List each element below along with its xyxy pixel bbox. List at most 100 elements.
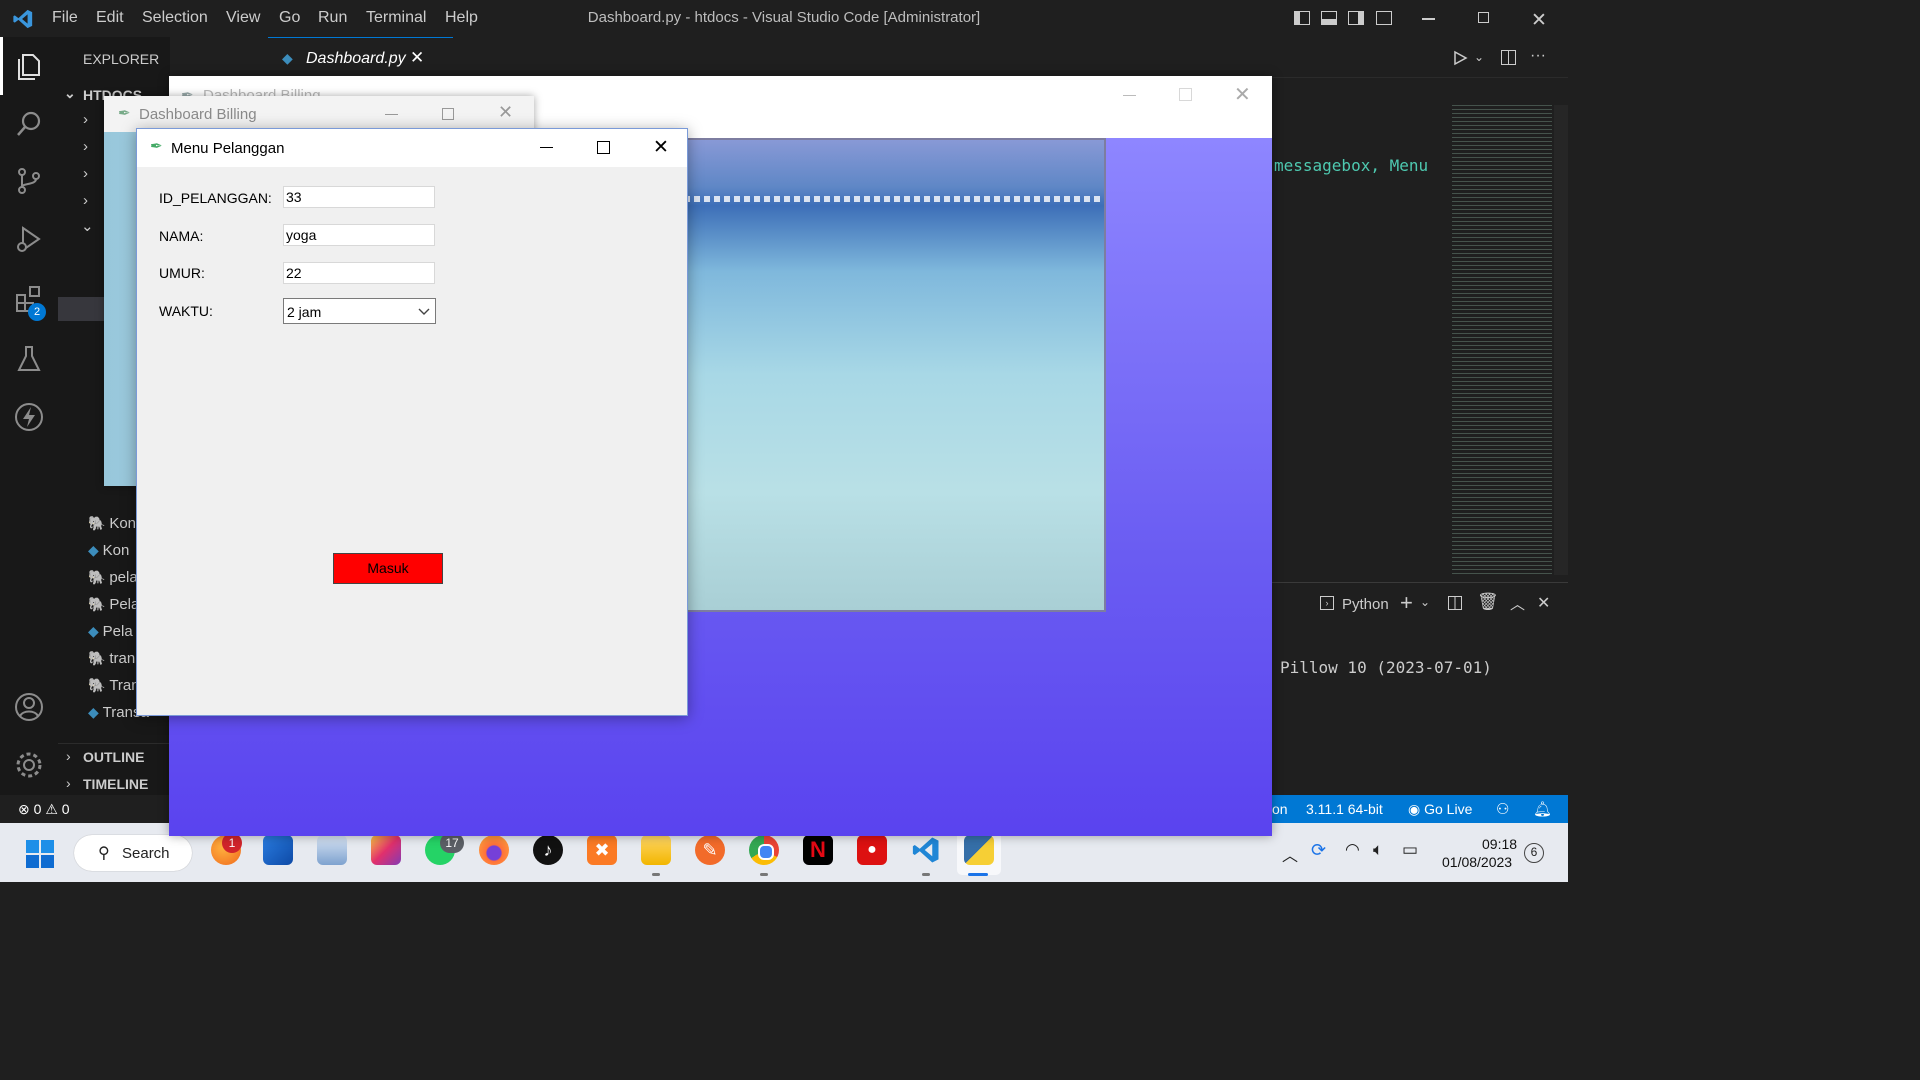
tab-close-icon[interactable]: ✕ xyxy=(410,48,424,68)
clock-time[interactable]: 09:18 xyxy=(1482,836,1517,852)
instagram-icon[interactable] xyxy=(371,835,401,865)
menu-help[interactable]: Help xyxy=(445,9,478,27)
taskbar-search-box[interactable]: ⚲ Search xyxy=(74,835,192,871)
pen-app-icon[interactable]: ✎ xyxy=(695,835,725,865)
close-icon[interactable]: ✕ xyxy=(1234,82,1251,107)
minimap[interactable] xyxy=(1452,105,1552,575)
python-interpreter[interactable]: 3.11.1 64-bit xyxy=(1306,801,1383,817)
waktu-selected-value: 2 jam xyxy=(287,304,322,320)
menu-go[interactable]: Go xyxy=(279,9,300,27)
close-icon[interactable]: ✕ xyxy=(1531,9,1547,32)
account-icon[interactable] xyxy=(13,691,45,723)
clock-date[interactable]: 01/08/2023 xyxy=(1442,854,1512,870)
menu-run[interactable]: Run xyxy=(318,9,347,27)
python-tk-icon[interactable] xyxy=(964,835,994,865)
network-computer-icon[interactable] xyxy=(317,835,347,865)
nama-input[interactable] xyxy=(283,224,435,246)
testing-icon[interactable] xyxy=(13,343,45,375)
status-language-partial[interactable]: on xyxy=(1272,801,1288,817)
menu-terminal[interactable]: Terminal xyxy=(366,9,426,27)
terminal-profile[interactable]: Python xyxy=(1342,596,1389,613)
problems-indicator[interactable]: ⊗ 0 ⚠ 0 xyxy=(18,801,70,818)
store-icon[interactable] xyxy=(263,835,293,865)
toggle-panel-icon[interactable] xyxy=(1321,11,1337,25)
outline-section[interactable]: OUTLINE xyxy=(83,749,144,765)
screen-recorder-icon[interactable]: ● xyxy=(857,835,887,865)
running-indicator xyxy=(652,873,660,876)
maximize-icon[interactable] xyxy=(1179,88,1192,101)
vscode-taskbar-icon[interactable] xyxy=(911,835,941,865)
toggle-sidebar-icon[interactable] xyxy=(1294,11,1310,25)
more-actions-icon[interactable]: ··· xyxy=(1530,47,1546,65)
customize-layout-icon[interactable] xyxy=(1376,11,1392,25)
wifi-icon[interactable]: ◠ xyxy=(1345,840,1360,860)
python-file-icon: ◆ xyxy=(282,50,293,66)
id-pelanggan-label: ID_PELANGGAN: xyxy=(159,190,272,206)
run-dropdown-icon[interactable]: ⌄ xyxy=(1474,50,1484,64)
umur-input[interactable] xyxy=(283,262,435,284)
run-file-icon[interactable] xyxy=(1452,50,1468,66)
notification-count[interactable]: 6 xyxy=(1524,843,1544,863)
tree-chevron-icon[interactable]: › xyxy=(83,192,88,209)
split-editor-icon[interactable] xyxy=(1501,50,1516,65)
menu-selection[interactable]: Selection xyxy=(142,9,208,27)
id-pelanggan-input[interactable] xyxy=(283,186,435,208)
firefox-icon[interactable] xyxy=(479,835,509,865)
tiktok-icon[interactable]: ♪ xyxy=(533,835,563,865)
lightning-icon[interactable] xyxy=(13,401,45,433)
menu-pelanggan-title-bar: ✒ Menu Pelanggan ✕ xyxy=(137,129,687,167)
waktu-label: WAKTU: xyxy=(159,303,213,319)
toggle-secondary-sidebar-icon[interactable] xyxy=(1348,11,1364,25)
xampp-icon[interactable]: ✖ xyxy=(587,835,617,865)
volume-icon[interactable]: 🔈︎ xyxy=(1373,840,1383,860)
file-explorer-icon[interactable] xyxy=(641,835,671,865)
battery-icon[interactable]: ▭ xyxy=(1402,840,1418,860)
source-control-icon[interactable] xyxy=(13,165,45,197)
notifications-bell-icon[interactable]: 🔔︎ xyxy=(1533,800,1552,818)
explorer-label: EXPLORER xyxy=(83,51,160,67)
tray-overflow-icon[interactable]: ︿ xyxy=(1282,842,1298,866)
tree-chevron-icon[interactable]: › xyxy=(83,165,88,182)
feedback-icon[interactable]: ⚇ xyxy=(1496,800,1509,818)
close-icon[interactable]: ✕ xyxy=(498,102,513,123)
editor-scrollbar[interactable] xyxy=(1554,105,1568,575)
tree-chevron-down-icon[interactable]: ⌄ xyxy=(81,217,94,235)
run-debug-icon[interactable] xyxy=(13,223,45,255)
tree-chevron-icon[interactable]: › xyxy=(83,138,88,155)
running-indicator xyxy=(760,873,768,876)
kill-terminal-icon[interactable]: 🗑 xyxy=(1477,592,1499,612)
maximize-icon[interactable] xyxy=(597,141,610,154)
menu-file[interactable]: File xyxy=(52,9,78,27)
folder-chevron-icon[interactable]: ⌄ xyxy=(64,85,76,102)
new-terminal-icon[interactable]: + xyxy=(1400,590,1413,616)
minimize-icon[interactable] xyxy=(385,114,398,116)
minimize-icon[interactable] xyxy=(1123,95,1136,97)
go-live-button[interactable]: ◉ Go Live xyxy=(1408,801,1472,818)
sync-icon[interactable]: ⟳ xyxy=(1311,840,1326,861)
feather-icon: ✒ xyxy=(150,138,163,155)
close-icon[interactable]: ✕ xyxy=(653,136,669,159)
restore-icon[interactable] xyxy=(1478,12,1489,23)
waktu-select[interactable]: 2 jam xyxy=(283,298,436,324)
notification-badge: 1 xyxy=(222,833,242,853)
windows-start-icon[interactable] xyxy=(26,840,54,868)
search-icon[interactable] xyxy=(13,108,45,140)
tab-dashboard-py[interactable]: ◆ Dashboard.py ✕ xyxy=(268,37,453,78)
minimize-icon[interactable] xyxy=(540,147,553,149)
maximize-icon[interactable] xyxy=(442,108,454,120)
timeline-section[interactable]: TIMELINE xyxy=(83,776,148,792)
terminal-dropdown-icon[interactable]: ⌄ xyxy=(1420,595,1430,609)
split-terminal-icon[interactable] xyxy=(1448,596,1462,610)
explorer-icon[interactable] xyxy=(13,50,45,82)
outline-chevron-icon[interactable]: › xyxy=(66,748,71,764)
tree-chevron-icon[interactable]: › xyxy=(83,111,88,128)
masuk-button[interactable]: Masuk xyxy=(333,553,443,584)
netflix-icon[interactable]: N xyxy=(803,835,833,865)
timeline-chevron-icon[interactable]: › xyxy=(66,775,71,791)
settings-gear-icon[interactable] xyxy=(13,749,45,781)
maximize-panel-icon[interactable]: ︿ xyxy=(1510,593,1525,614)
minimize-icon[interactable] xyxy=(1422,18,1435,20)
close-panel-icon[interactable]: ✕ xyxy=(1537,593,1550,613)
menu-view[interactable]: View xyxy=(226,9,260,27)
menu-edit[interactable]: Edit xyxy=(96,9,124,27)
